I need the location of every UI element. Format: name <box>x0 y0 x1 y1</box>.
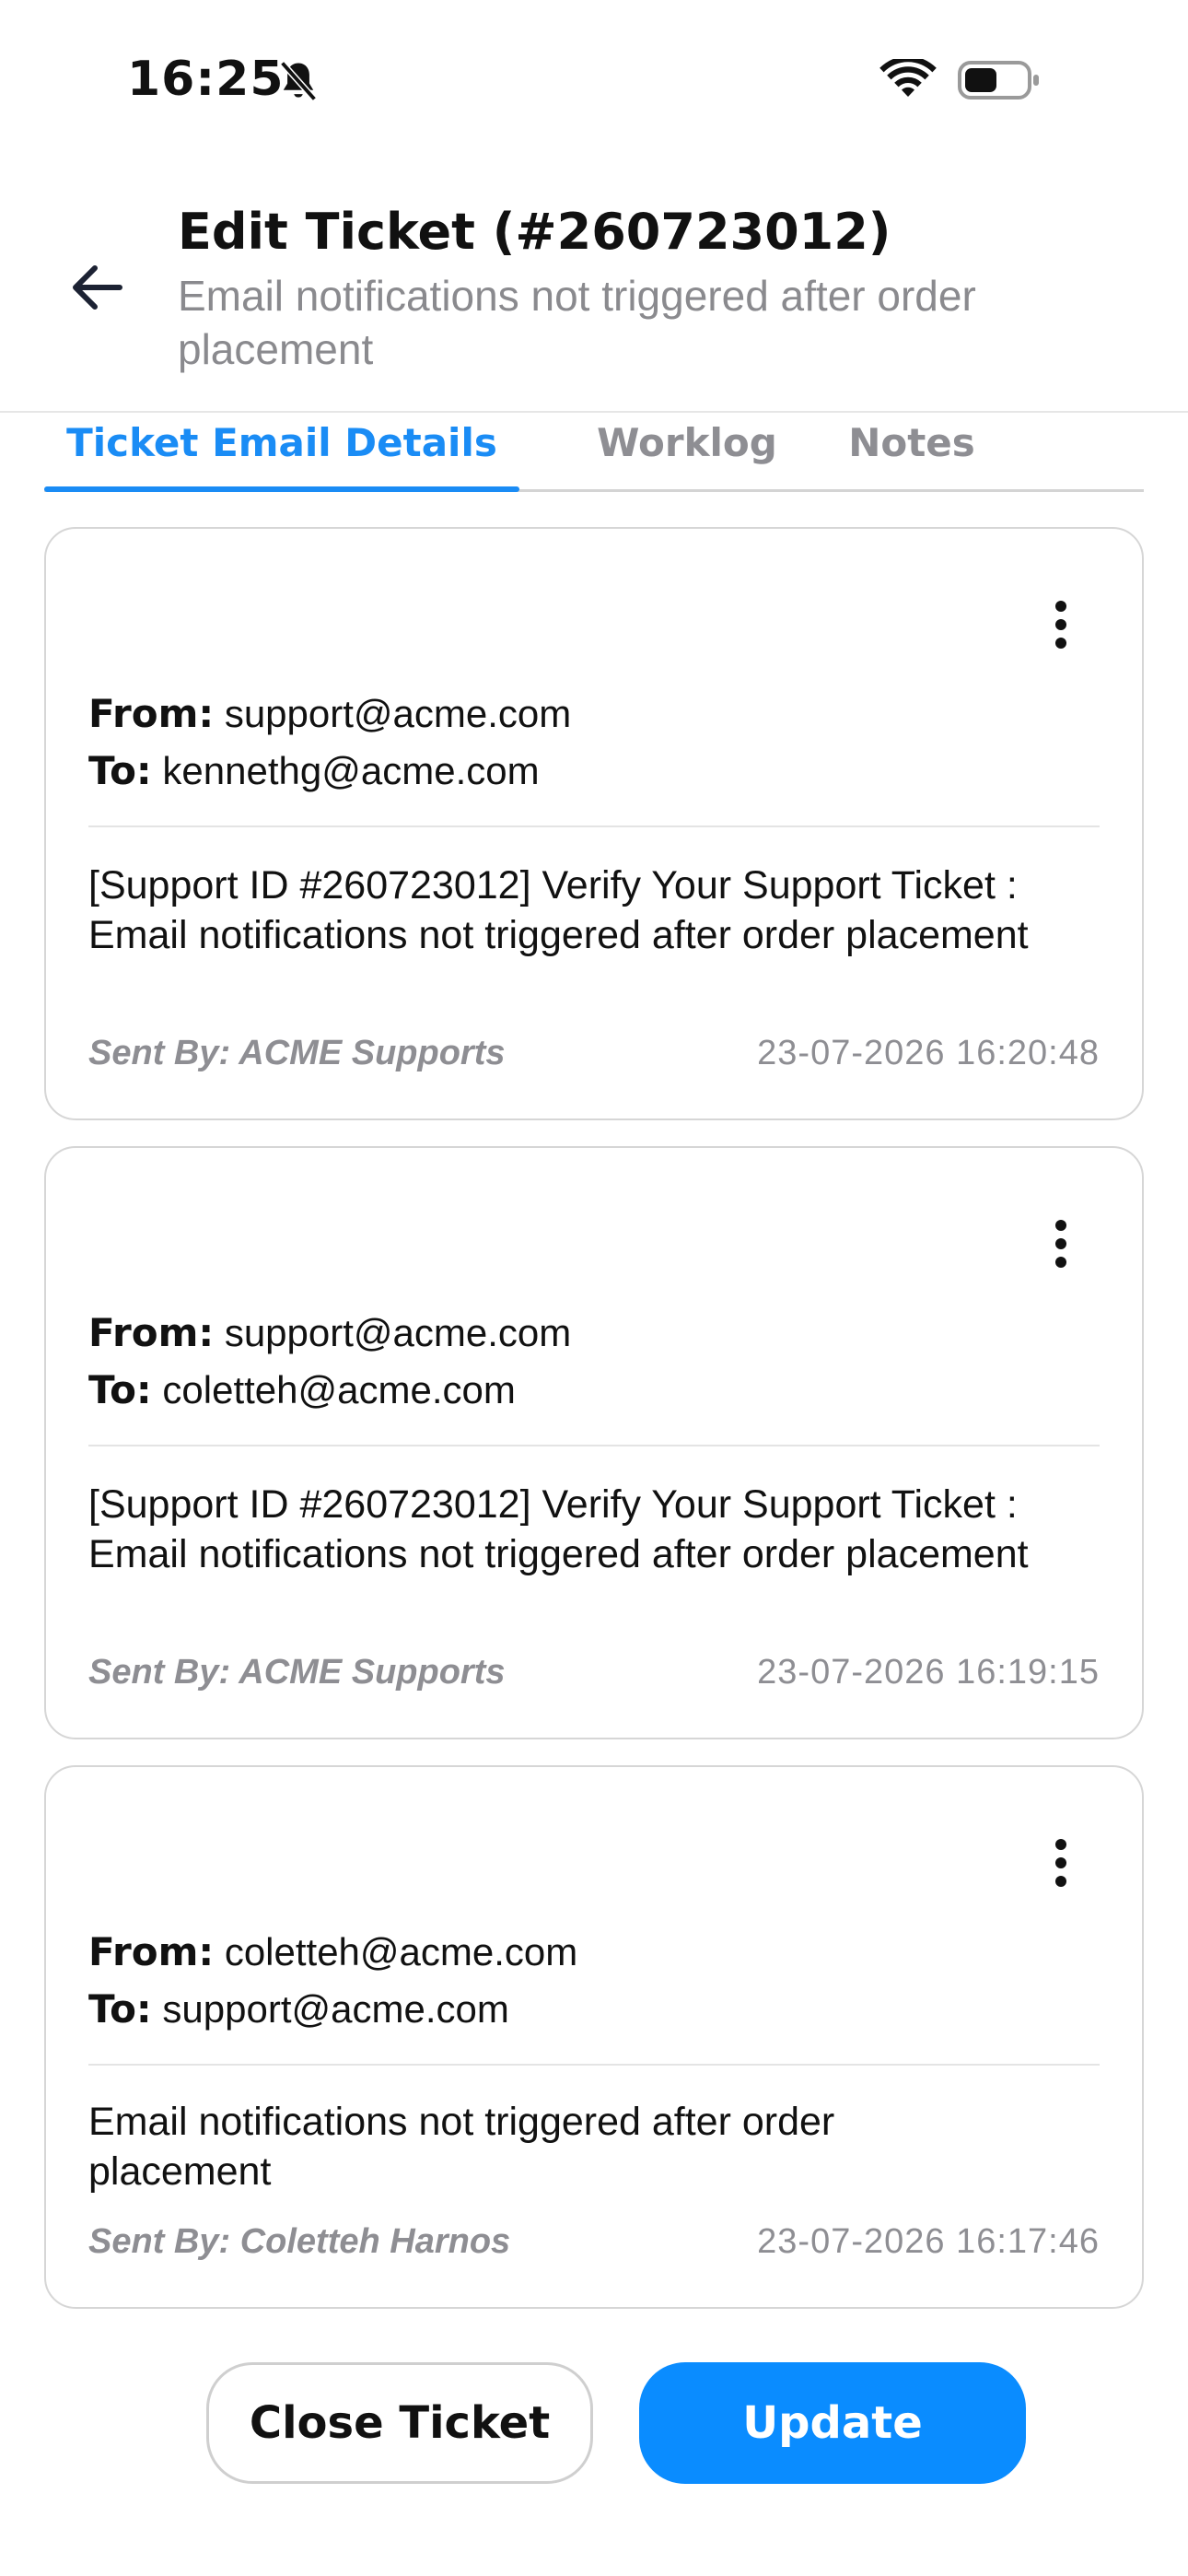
back-button[interactable] <box>59 249 136 326</box>
card-divider <box>88 825 1100 827</box>
from-label: From: <box>88 691 215 736</box>
email-subject: Email notifications not triggered after … <box>88 2100 835 2194</box>
card-divider <box>88 1445 1100 1446</box>
email-from: From: support@acme.com <box>88 691 571 736</box>
arrow-left-icon <box>73 265 122 310</box>
from-label: From: <box>88 1310 215 1355</box>
to-label: To: <box>88 1986 152 2032</box>
tab-ticket-email-details[interactable]: Ticket Email Details <box>44 420 519 492</box>
email-subject: [Support ID #260723012] Verify Your Supp… <box>88 863 1029 957</box>
to-address: coletteh@acme.com <box>162 1368 516 1411</box>
email-card[interactable]: From: support@acme.com To: coletteh@acme… <box>44 1146 1144 1739</box>
active-tab-indicator <box>44 486 519 492</box>
email-to: To: kennethg@acme.com <box>88 748 540 793</box>
to-address: support@acme.com <box>162 1987 509 2031</box>
more-vertical-icon <box>1055 601 1066 649</box>
to-label: To: <box>88 748 152 793</box>
to-address: kennethg@acme.com <box>162 749 540 792</box>
email-sent-by: Sent By: ACME Supports <box>88 1034 506 1072</box>
battery-icon <box>958 61 1039 100</box>
update-button[interactable]: Update <box>639 2362 1026 2484</box>
from-address: support@acme.com <box>224 692 572 735</box>
header: Edit Ticket (#260723012) Email notificat… <box>0 184 1188 411</box>
more-vertical-icon <box>1055 1839 1066 1887</box>
email-timestamp: 23-07-2026 16:20:48 <box>757 1034 1100 1072</box>
from-address: coletteh@acme.com <box>224 1930 578 1973</box>
email-from: From: coletteh@acme.com <box>88 1929 577 1974</box>
page-subtitle: Email notifications not triggered after … <box>178 272 976 373</box>
email-to: To: support@acme.com <box>88 1986 509 2032</box>
tab-notes[interactable]: Notes <box>812 420 1011 492</box>
email-timestamp: 23-07-2026 16:19:15 <box>757 1653 1100 1692</box>
page-title: Edit Ticket (#260723012) <box>178 203 891 261</box>
email-card[interactable]: From: support@acme.com To: kennethg@acme… <box>44 527 1144 1120</box>
bell-slash-icon <box>280 61 317 101</box>
more-options-button[interactable] <box>1041 1205 1081 1282</box>
email-sent-by: Sent By: ACME Supports <box>88 1653 506 1692</box>
status-bar: 16:25 <box>0 0 1188 161</box>
edit-ticket-screen: 16:25 Edit Ticket (#260723012) Email not… <box>0 0 1188 2576</box>
to-label: To: <box>88 1367 152 1412</box>
more-options-button[interactable] <box>1041 1824 1081 1902</box>
email-to: To: coletteh@acme.com <box>88 1367 516 1412</box>
email-from: From: support@acme.com <box>88 1310 571 1355</box>
tab-bar: Ticket Email Details Worklog Notes <box>44 413 1144 492</box>
tab-worklog[interactable]: Worklog <box>564 420 810 492</box>
from-address: support@acme.com <box>224 1311 572 1354</box>
email-card[interactable]: From: coletteh@acme.com To: support@acme… <box>44 1765 1144 2309</box>
wifi-icon <box>879 59 937 97</box>
close-ticket-button[interactable]: Close Ticket <box>206 2362 593 2484</box>
from-label: From: <box>88 1929 215 1974</box>
email-timestamp: 23-07-2026 16:17:46 <box>757 2222 1100 2261</box>
card-divider <box>88 2064 1100 2066</box>
email-subject: [Support ID #260723012] Verify Your Supp… <box>88 1482 1029 1576</box>
more-vertical-icon <box>1055 1220 1066 1268</box>
more-options-button[interactable] <box>1041 586 1081 663</box>
status-time: 16:25 <box>127 52 285 107</box>
email-sent-by: Sent By: Coletteh Harnos <box>88 2222 511 2261</box>
